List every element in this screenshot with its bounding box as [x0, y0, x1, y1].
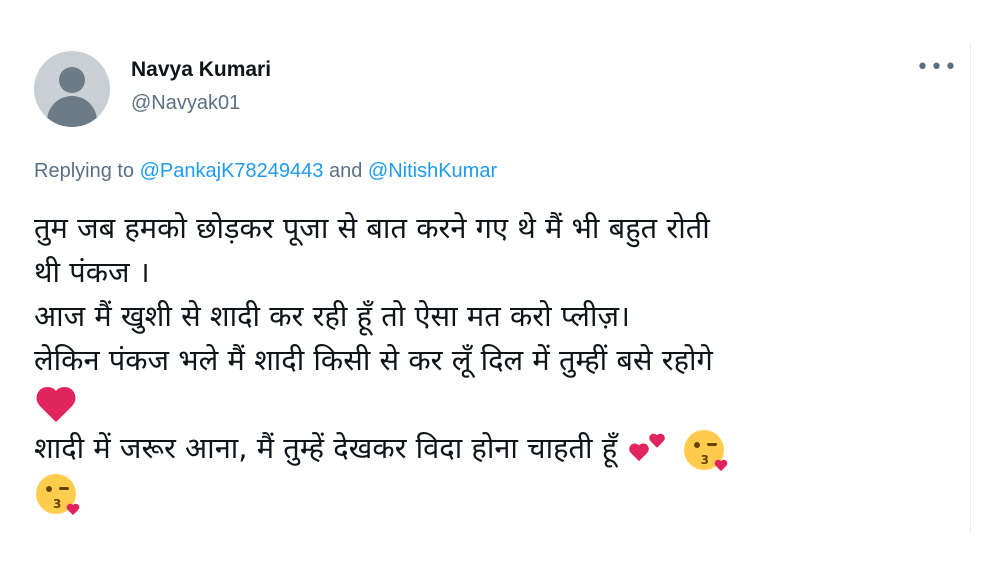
face-blowing-kiss-emoji-icon: 3	[36, 474, 76, 514]
tweet-line: शादी में जरूर आना, मैं तुम्हें देखकर विद…	[34, 431, 618, 465]
tweet-card: Navya Kumari @Navyak01 ••• Replying to @…	[0, 0, 1000, 563]
replying-to: Replying to @PankajK78249443 and @Nitish…	[34, 160, 497, 183]
avatar-head-shape	[59, 67, 85, 93]
avatar-body-shape	[47, 96, 97, 127]
card-border	[970, 42, 971, 534]
face-blowing-kiss-emoji-icon: 3	[683, 430, 724, 470]
tweet-line: आज मैं खुशी से शादी कर रही हूँ तो ऐसा मत…	[34, 299, 630, 333]
tweet-line: लेकिन पंकज भले मैं शादी किसी से कर लूँ द…	[34, 343, 713, 377]
mention-link-1[interactable]: @PankajK78249443	[140, 160, 324, 182]
red-heart-emoji-icon	[34, 386, 78, 426]
two-hearts-emoji-icon	[626, 430, 672, 470]
mention-link-2[interactable]: @NitishKumar	[368, 160, 497, 182]
author-handle[interactable]: @Navyak01	[131, 92, 240, 115]
tweet-line: तुम जब हमको छोड़कर पूजा से बात करने गए थ…	[34, 211, 710, 245]
tweet-emoji-line: 3	[34, 470, 954, 514]
author-name[interactable]: Navya Kumari	[131, 58, 271, 82]
tweet-text: तुम जब हमको छोड़कर पूजा से बात करने गए थ…	[34, 206, 954, 514]
avatar[interactable]	[34, 51, 110, 127]
more-horizontal-icon[interactable]: •••	[916, 57, 957, 79]
tweet-line-with-emoji: शादी में जरूर आना, मैं तुम्हें देखकर विद…	[34, 426, 954, 470]
replying-joiner: and	[328, 160, 363, 182]
tweet-emoji-line	[34, 382, 954, 426]
tweet-line: थी पंकज ।	[34, 255, 150, 289]
replying-prefix: Replying to	[34, 160, 135, 182]
